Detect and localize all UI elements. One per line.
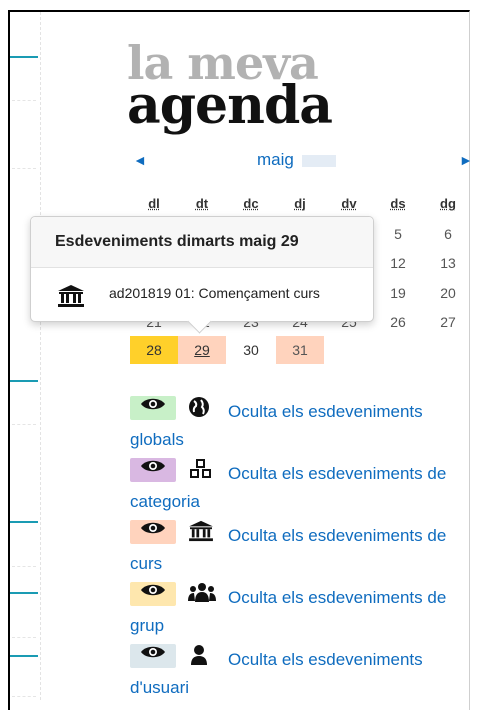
filter-global: Oculta els esdeveniments globals xyxy=(130,394,470,456)
hide-course-events-link[interactable]: Oculta els esdeveniments de curs xyxy=(130,522,460,578)
left-divider xyxy=(12,168,36,169)
popover-event-link[interactable]: ad201819 01: Començament curs xyxy=(109,285,320,301)
day-cell[interactable]: 20 xyxy=(424,279,472,307)
filter-group: Oculta els esdeveniments de grup xyxy=(130,580,470,642)
day-cell[interactable]: 13 xyxy=(424,249,472,277)
title-line-2: agenda xyxy=(127,75,333,136)
weekday-header: dv xyxy=(341,196,357,211)
previous-month-arrow[interactable]: ◄ xyxy=(133,152,147,168)
left-divider xyxy=(12,637,36,638)
left-column-strip xyxy=(10,12,41,700)
block-title: la meva agenda xyxy=(127,40,333,136)
month-name: maig xyxy=(257,150,294,169)
left-divider xyxy=(12,696,36,697)
day-cell-today[interactable]: 28 xyxy=(130,336,178,364)
day-cell[interactable]: 27 xyxy=(424,308,472,336)
hide-user-events-link[interactable]: Oculta els esdeveniments d'usuari xyxy=(130,646,460,702)
left-accent-line xyxy=(10,380,38,382)
day-cell[interactable]: 6 xyxy=(424,220,472,248)
filter-user: Oculta els esdeveniments d'usuari xyxy=(130,642,470,704)
day-cell[interactable]: 26 xyxy=(374,308,422,336)
filter-course: Oculta els esdeveniments de curs xyxy=(130,518,470,580)
left-divider xyxy=(12,424,36,425)
weekday-header: dt xyxy=(195,196,209,211)
hide-global-events-link[interactable]: Oculta els esdeveniments globals xyxy=(130,398,460,454)
day-cell[interactable]: 12 xyxy=(374,249,422,277)
day-cell-event[interactable]: 31 xyxy=(276,336,324,364)
left-accent-line xyxy=(10,655,38,657)
month-navigation: ◄ maig ► xyxy=(130,150,475,172)
course-icon xyxy=(57,284,85,313)
left-divider xyxy=(12,566,36,567)
popover-title: Esdeveniments dimarts maig 29 xyxy=(31,217,373,268)
weekday-header: dj xyxy=(294,196,306,211)
year-redacted xyxy=(301,154,336,167)
current-month-link[interactable]: maig xyxy=(257,150,336,170)
day-cell[interactable]: 30 xyxy=(227,336,275,364)
weekday-header: ds xyxy=(390,196,406,211)
day-cell[interactable]: 19 xyxy=(374,279,422,307)
left-accent-line xyxy=(10,592,38,594)
hide-category-events-link[interactable]: Oculta els esdeveniments de categoria xyxy=(130,460,460,516)
left-accent-line xyxy=(10,56,38,58)
left-accent-line xyxy=(10,521,38,523)
weekday-header: dg xyxy=(440,196,456,211)
day-cell[interactable]: 5 xyxy=(374,220,422,248)
day-events-popover: Esdeveniments dimarts maig 29 ad201819 0… xyxy=(30,216,374,334)
hide-group-events-link[interactable]: Oculta els esdeveniments de grup xyxy=(130,584,460,640)
weekday-header: dl xyxy=(148,196,160,211)
day-cell-event[interactable]: 29 xyxy=(178,336,226,364)
event-filters: Oculta els esdeveniments globals Oculta … xyxy=(130,394,470,704)
next-month-arrow[interactable]: ► xyxy=(459,152,473,168)
filter-category: Oculta els esdeveniments de categoria xyxy=(130,456,470,518)
left-divider xyxy=(12,100,36,101)
weekday-header: dc xyxy=(243,196,259,211)
